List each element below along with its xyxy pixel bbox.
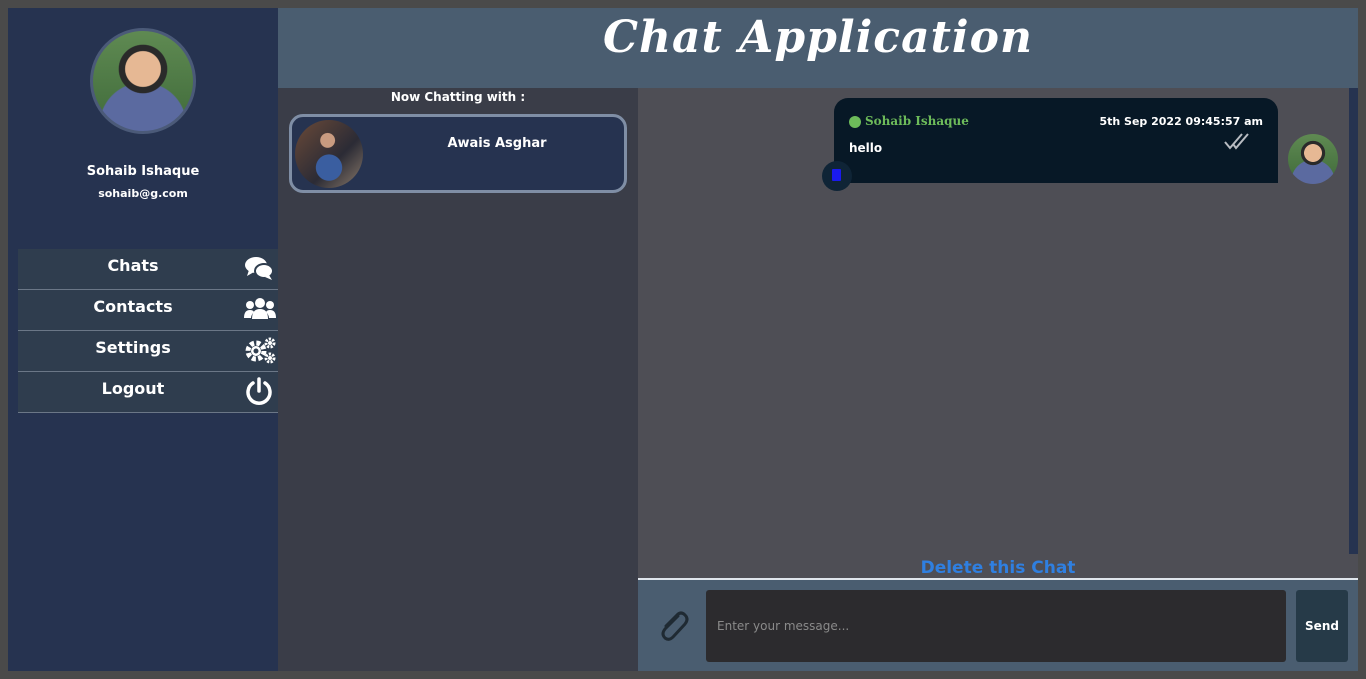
delete-message-button[interactable]: [822, 161, 852, 191]
app-title: Chat Application: [603, 12, 1033, 63]
power-icon: [244, 377, 274, 405]
paperclip-icon[interactable]: [656, 608, 690, 644]
nav-item-logout[interactable]: Logout: [18, 372, 278, 413]
contact-card[interactable]: Awais Asghar: [289, 114, 627, 193]
app-header: Chat Application: [278, 8, 1358, 88]
app-frame: Sohaib Ishaque sohaib@g.com Chats Contac…: [8, 8, 1358, 671]
chat-window: Sohaib Ishaque 5th Sep 2022 09:45:57 am …: [638, 88, 1358, 578]
profile-name: Sohaib Ishaque: [86, 164, 200, 179]
now-chatting-heading: Now Chatting with :: [390, 90, 526, 104]
sidebar: Sohaib Ishaque sohaib@g.com Chats Contac…: [8, 8, 278, 671]
nav-item-chats[interactable]: Chats: [18, 249, 278, 290]
chat-bubbles-icon: [244, 254, 274, 282]
message-sender: Sohaib Ishaque: [865, 114, 969, 128]
nav-item-label: Settings: [95, 338, 171, 357]
message-text: hello: [849, 141, 883, 155]
message-time: 5th Sep 2022 09:45:57 am: [1099, 115, 1263, 128]
message-input[interactable]: [706, 590, 1286, 662]
nav-item-settings[interactable]: Settings: [18, 331, 278, 372]
nav-item-label: Chats: [107, 256, 159, 275]
gears-icon: [244, 336, 276, 364]
nav-item-label: Contacts: [93, 297, 173, 316]
message-bubble: Sohaib Ishaque 5th Sep 2022 09:45:57 am …: [834, 98, 1278, 183]
double-check-icon: [1224, 131, 1250, 151]
message-composer: Send: [638, 578, 1358, 671]
online-status-dot: [849, 116, 861, 128]
contact-name: Awais Asghar: [447, 136, 547, 151]
users-icon: [244, 295, 276, 323]
profile-email: sohaib@g.com: [98, 187, 188, 200]
delete-chat-link[interactable]: Delete this Chat: [638, 558, 1358, 578]
chat-scrollbar[interactable]: [1349, 88, 1358, 554]
avatar: [1288, 134, 1338, 184]
contact-avatar: [295, 120, 363, 188]
profile-avatar: [90, 28, 196, 134]
trash-icon: [832, 169, 841, 181]
send-button[interactable]: Send: [1296, 590, 1348, 662]
sidebar-nav: Chats Contacts Settings Logout: [18, 249, 278, 413]
contacts-panel: Now Chatting with : Awais Asghar: [278, 88, 638, 671]
nav-item-label: Logout: [101, 379, 165, 398]
nav-item-contacts[interactable]: Contacts: [18, 290, 278, 331]
